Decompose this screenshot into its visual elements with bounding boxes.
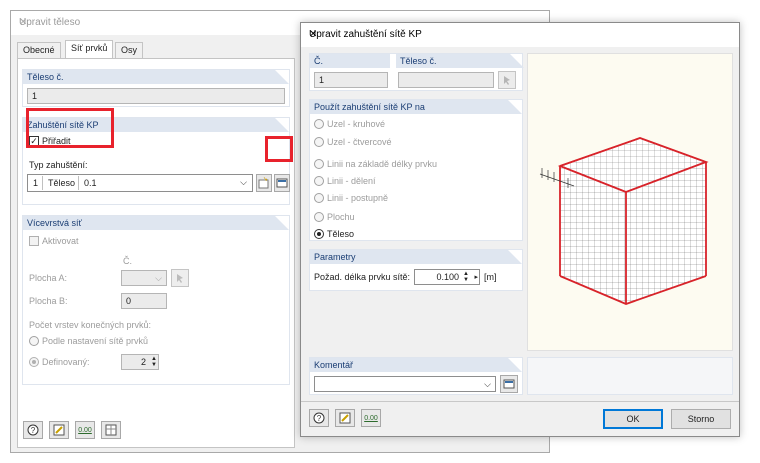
option-line-length: Linii na základě délky prvku — [327, 159, 438, 169]
divider — [301, 401, 739, 402]
element-length-input[interactable]: 0.100 ▲ ▼ ▸ — [414, 269, 480, 285]
solid-number-field: 1 — [27, 88, 285, 104]
type-value: 0.1 — [84, 178, 97, 188]
new-refinement-icon[interactable] — [256, 174, 272, 192]
svg-text:?: ? — [31, 426, 36, 435]
element-length-value: 0.100 — [436, 272, 459, 282]
tab-mesh[interactable]: Síť prvků — [65, 40, 114, 59]
number-section: Č. Těleso č. 1 — [309, 53, 523, 91]
cancel-button[interactable]: Storno — [671, 409, 731, 429]
option-node-square: Uzel - čtvercové — [327, 137, 392, 147]
highlight-box — [26, 108, 114, 148]
option-surface: Plochu — [327, 212, 355, 222]
type-number: 1 — [33, 178, 39, 188]
number-field: 1 — [314, 72, 388, 88]
spinner-icon[interactable]: ▲ ▼ — [151, 356, 157, 368]
divider — [42, 176, 43, 190]
pick-surface-icon[interactable] — [171, 269, 189, 287]
type-kind: Těleso — [48, 178, 76, 188]
edit-note-icon[interactable] — [49, 421, 69, 439]
column-number-label: Č. — [123, 256, 132, 266]
defined-value: 2 — [140, 357, 146, 367]
pick-solid-icon[interactable] — [498, 71, 516, 89]
solid-column-header: Těleso č. — [396, 54, 524, 68]
surface-a-label: Plocha A: — [29, 273, 68, 283]
svg-text:?: ? — [317, 414, 322, 423]
edit-refinement-dialog: Upravit zahuštění sítě KP ✕ Č. Těleso č.… — [300, 22, 740, 437]
radio-mesh-settings[interactable] — [29, 336, 39, 346]
chevron-down-icon[interactable]: ⌵ — [484, 379, 491, 390]
solid-number-section: Těleso č. 1 — [22, 69, 290, 107]
close-icon[interactable]: ✕ — [309, 29, 729, 40]
defined-label: Definovaný: — [42, 357, 90, 367]
unit-label: [m] — [484, 272, 497, 282]
surface-a-select[interactable]: ⌵ — [121, 270, 167, 286]
comment-input[interactable]: ⌵ — [314, 376, 496, 392]
help-icon[interactable]: ? — [309, 409, 329, 427]
zero-value-icon[interactable]: 0.00 — [361, 409, 381, 427]
highlight-box — [265, 136, 293, 162]
radio-surface[interactable] — [314, 212, 324, 222]
tab-general[interactable]: Obecné — [17, 42, 61, 58]
radio-solid[interactable] — [314, 229, 324, 239]
defined-layers-field[interactable]: 2 ▲ ▼ — [121, 354, 159, 370]
chevron-down-icon[interactable]: ⌵ — [240, 177, 247, 188]
surface-b-label: Plocha B: — [29, 296, 68, 306]
edit-note-icon[interactable] — [335, 409, 355, 427]
comment-library-icon[interactable] — [500, 375, 518, 393]
option-line-division: Linii - dělení — [327, 176, 376, 186]
zero-value-icon[interactable]: 0.00 — [75, 421, 95, 439]
solid-mesh-preview — [539, 137, 709, 305]
parameters-section: Parametry Požad. délka prvku sítě: 0.100… — [309, 249, 523, 291]
apply-to-section: Použít zahuštění sítě KP na Uzel - kruho… — [309, 99, 523, 241]
divider — [78, 176, 79, 190]
section-header: Těleso č. — [23, 70, 289, 84]
activate-checkbox[interactable] — [29, 236, 39, 246]
radio-line-gradual[interactable] — [314, 193, 324, 203]
arrow-right-icon[interactable]: ▸ — [474, 273, 478, 281]
chevron-down-icon: ⌵ — [155, 273, 162, 283]
radio-defined[interactable] — [29, 357, 39, 367]
option-node-circular: Uzel - kruhové — [327, 119, 386, 129]
edit-refinement-icon[interactable] — [274, 174, 290, 192]
section-header: Vícevrstvá síť — [23, 216, 289, 230]
preview-panel — [527, 53, 733, 351]
refinement-type-select[interactable]: 1 Těleso 0.1 ⌵ — [27, 174, 253, 192]
tab-axes[interactable]: Osy — [115, 42, 144, 58]
multilayer-section: Vícevrstvá síť Aktivovat Č. Plocha A: ⌵ … — [22, 215, 290, 385]
table-icon[interactable] — [101, 421, 121, 439]
option-line-gradual: Linii - postupně — [327, 193, 389, 203]
title-bar: Upravit zahuštění sítě KP ✕ — [301, 23, 739, 47]
radio-line-division[interactable] — [314, 176, 324, 186]
ok-button[interactable]: OK — [603, 409, 663, 429]
solid-number-field[interactable] — [398, 72, 494, 88]
radio-node-circular[interactable] — [314, 119, 324, 129]
comment-side-panel — [527, 357, 733, 395]
spinner-icon[interactable]: ▲ ▼ — [463, 271, 469, 283]
element-length-label: Požad. délka prvku sítě: — [314, 272, 411, 282]
number-column-header: Č. — [310, 54, 390, 68]
activate-label: Aktivovat — [42, 236, 79, 246]
mesh-settings-label: Podle nastavení sítě prvků — [42, 336, 149, 346]
section-header: Použít zahuštění sítě KP na — [310, 100, 522, 114]
section-header: Parametry — [310, 250, 522, 264]
section-header: Komentář — [310, 358, 522, 372]
radio-line-length[interactable] — [314, 159, 324, 169]
option-solid: Těleso — [327, 229, 355, 239]
help-icon[interactable]: ? — [23, 421, 43, 439]
comment-section: Komentář ⌵ — [309, 357, 523, 395]
refinement-type-label: Typ zahuštění: — [29, 160, 88, 170]
layers-count-label: Počet vrstev konečných prvků: — [29, 320, 152, 330]
radio-node-square[interactable] — [314, 137, 324, 147]
surface-b-field: 0 — [121, 293, 167, 309]
